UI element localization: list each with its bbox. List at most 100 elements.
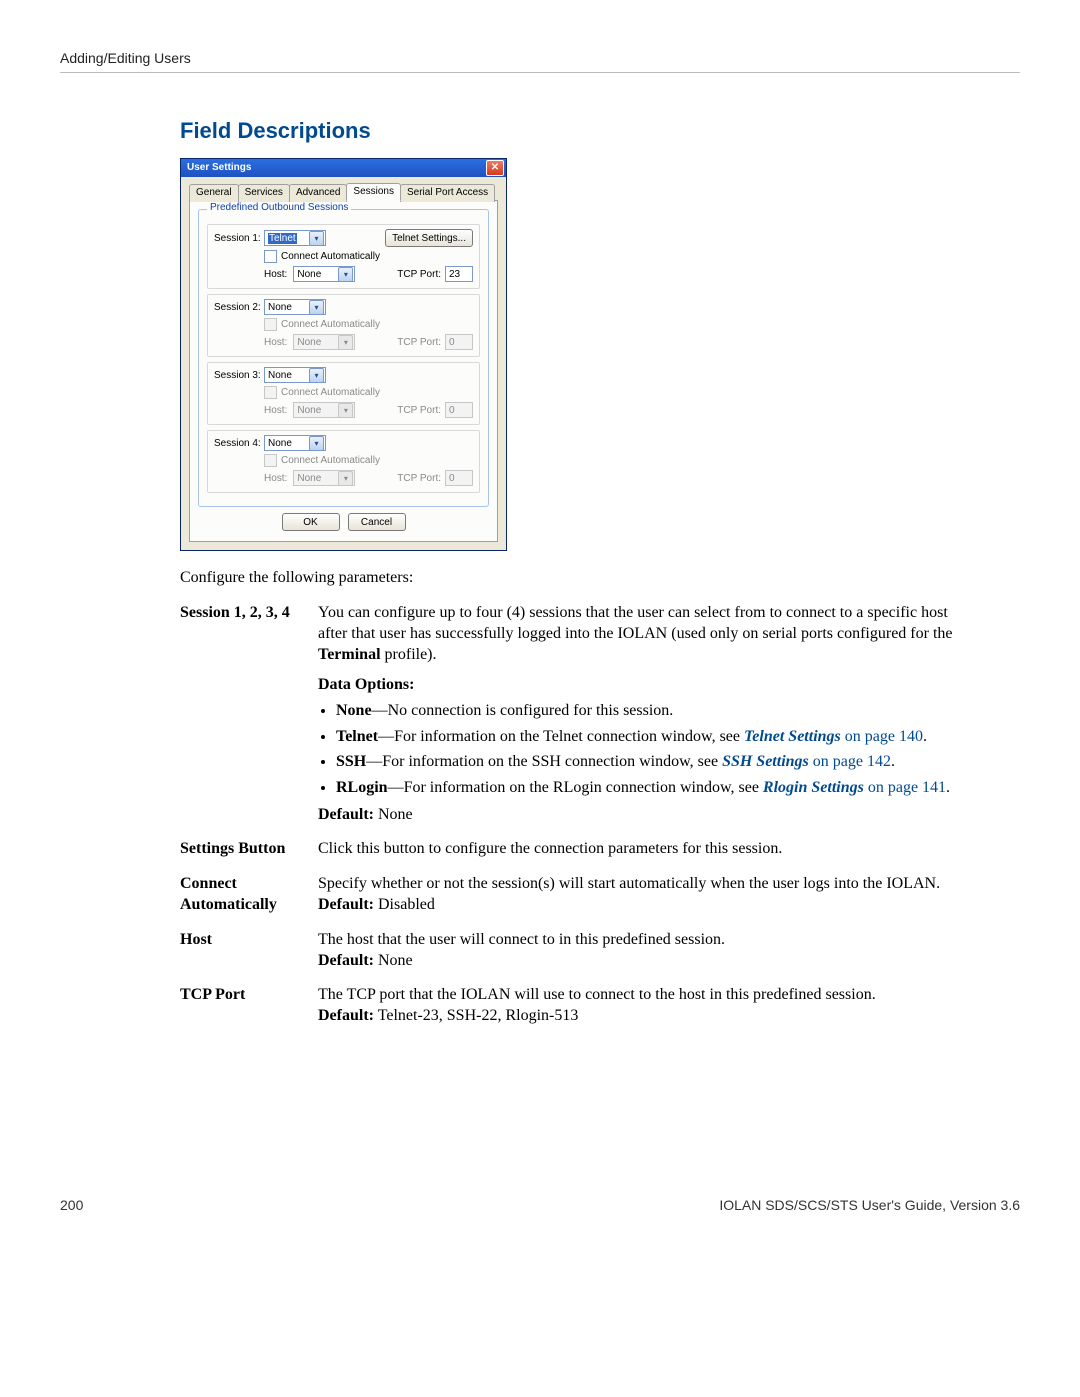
default-label: Default:: [318, 806, 374, 823]
session-1-host-combo[interactable]: None ▾: [293, 266, 355, 282]
connect-auto-label: Connect Automatically: [281, 251, 380, 262]
default-value: None: [374, 806, 413, 823]
session-4-label: Session 4:: [214, 438, 264, 449]
checkbox-icon: [264, 386, 277, 399]
host-label: Host:: [264, 269, 287, 280]
session-4-host-combo: None ▾: [293, 470, 355, 486]
tab-general[interactable]: General: [189, 184, 239, 202]
term-tcp-port: TCP Port: [180, 981, 318, 1037]
connect-auto-label: Connect Automatically: [281, 387, 380, 398]
session-2-host-combo: None ▾: [293, 334, 355, 350]
session-1-connect-auto[interactable]: Connect Automatically: [264, 250, 383, 263]
host-label: Host:: [264, 337, 287, 348]
desc-session-bold: Terminal: [318, 646, 381, 663]
checkbox-icon: [264, 318, 277, 331]
session-3-label: Session 3:: [214, 370, 264, 381]
session-3-type-combo[interactable]: None ▾: [264, 367, 326, 383]
field-description-table: Session 1, 2, 3, 4 You can configure up …: [180, 599, 980, 1037]
session-2-type-combo[interactable]: None ▾: [264, 299, 326, 315]
session-2-port-field: 0: [445, 334, 473, 350]
session-4-port-field: 0: [445, 470, 473, 486]
session-3-host-combo: None ▾: [293, 402, 355, 418]
session-1-type-combo[interactable]: Telnet ▾: [264, 230, 326, 246]
chevron-down-icon: ▾: [309, 436, 324, 451]
term-session: Session 1, 2, 3, 4: [180, 599, 318, 835]
term-connect-auto: Connect Automatically: [180, 870, 318, 926]
chevron-down-icon: ▾: [338, 267, 353, 282]
session-4-type-value: None: [268, 438, 292, 449]
tcp-port-label: TCP Port:: [397, 337, 441, 348]
desc-session: You can configure up to four (4) session…: [318, 599, 980, 835]
session-1-block: Session 1: Telnet ▾ Telnet Settings...: [207, 224, 480, 289]
page-number: 200: [60, 1197, 83, 1213]
chevron-down-icon: ▾: [309, 231, 324, 246]
data-options-heading: Data Options:: [318, 675, 972, 696]
session-3-host-value: None: [297, 405, 321, 416]
desc-host: The host that the user will connect to i…: [318, 926, 980, 982]
session-2-label: Session 2:: [214, 302, 264, 313]
desc-settings-button: Click this button to configure the conne…: [318, 835, 980, 870]
session-3-connect-auto: Connect Automatically: [264, 386, 383, 399]
desc-tcp-port: The TCP port that the IOLAN will use to …: [318, 981, 980, 1037]
user-settings-dialog: User Settings ✕ General Services Advance…: [180, 158, 507, 551]
opt-none: None—No connection is configured for thi…: [336, 700, 972, 722]
chevron-down-icon: ▾: [338, 471, 353, 486]
connect-auto-label: Connect Automatically: [281, 319, 380, 330]
guide-version: IOLAN SDS/SCS/STS User's Guide, Version …: [719, 1197, 1020, 1213]
term-settings-button: Settings Button: [180, 835, 318, 870]
session-2-connect-auto: Connect Automatically: [264, 318, 383, 331]
telnet-settings-link[interactable]: Telnet Settings: [744, 728, 841, 745]
session-1-host-value: None: [297, 269, 321, 280]
tabstrip: General Services Advanced Sessions Seria…: [189, 183, 498, 201]
chevron-down-icon: ▾: [338, 335, 353, 350]
session-3-block: Session 3: None ▾ Conn: [207, 362, 480, 425]
group-label: Predefined Outbound Sessions: [207, 202, 351, 213]
session-2-type-value: None: [268, 302, 292, 313]
checkbox-icon: [264, 454, 277, 467]
ok-button[interactable]: OK: [282, 513, 340, 531]
chevron-down-icon: ▾: [338, 403, 353, 418]
tab-serial-port-access[interactable]: Serial Port Access: [400, 184, 495, 202]
host-label: Host:: [264, 405, 287, 416]
tab-advanced[interactable]: Advanced: [289, 184, 347, 202]
tcp-port-label: TCP Port:: [397, 405, 441, 416]
predefined-outbound-group: Predefined Outbound Sessions Session 1: …: [198, 209, 489, 507]
tab-sessions[interactable]: Sessions: [346, 183, 401, 201]
dialog-title: User Settings: [187, 159, 251, 177]
tab-services[interactable]: Services: [238, 184, 290, 202]
desc-session-tail: profile).: [381, 646, 437, 663]
telnet-settings-button[interactable]: Telnet Settings...: [385, 229, 473, 247]
session-1-port-field[interactable]: 23: [445, 266, 473, 282]
session-1-label: Session 1:: [214, 233, 264, 244]
session-2-block: Session 2: None ▾ Conn: [207, 294, 480, 357]
tcp-port-label: TCP Port:: [397, 269, 441, 280]
desc-connect-auto: Specify whether or not the session(s) wi…: [318, 870, 980, 926]
ssh-settings-link[interactable]: SSH Settings: [722, 753, 809, 770]
opt-ssh: SSH—For information on the SSH connectio…: [336, 751, 972, 773]
session-4-type-combo[interactable]: None ▾: [264, 435, 326, 451]
cancel-button[interactable]: Cancel: [348, 513, 406, 531]
connect-auto-label: Connect Automatically: [281, 455, 380, 466]
session-4-block: Session 4: None ▾ Conn: [207, 430, 480, 493]
rlogin-settings-link[interactable]: Rlogin Settings: [763, 779, 864, 796]
close-icon[interactable]: ✕: [486, 160, 504, 176]
session-1-type-value: Telnet: [268, 233, 297, 244]
intro-text: Configure the following parameters:: [180, 569, 980, 587]
session-4-host-value: None: [297, 473, 321, 484]
session-2-host-value: None: [297, 337, 321, 348]
opt-telnet: Telnet—For information on the Telnet con…: [336, 726, 972, 748]
session-3-type-value: None: [268, 370, 292, 381]
session-3-port-field: 0: [445, 402, 473, 418]
session-4-connect-auto: Connect Automatically: [264, 454, 383, 467]
desc-session-text: You can configure up to four (4) session…: [318, 604, 953, 642]
breadcrumb: Adding/Editing Users: [60, 50, 1020, 73]
tabpage-sessions: Predefined Outbound Sessions Session 1: …: [189, 200, 498, 542]
chevron-down-icon: ▾: [309, 300, 324, 315]
section-title: Field Descriptions: [180, 118, 980, 144]
checkbox-icon: [264, 250, 277, 263]
chevron-down-icon: ▾: [309, 368, 324, 383]
opt-rlogin: RLogin—For information on the RLogin con…: [336, 777, 972, 799]
tcp-port-label: TCP Port:: [397, 473, 441, 484]
term-host: Host: [180, 926, 318, 982]
dialog-titlebar[interactable]: User Settings ✕: [181, 159, 506, 177]
